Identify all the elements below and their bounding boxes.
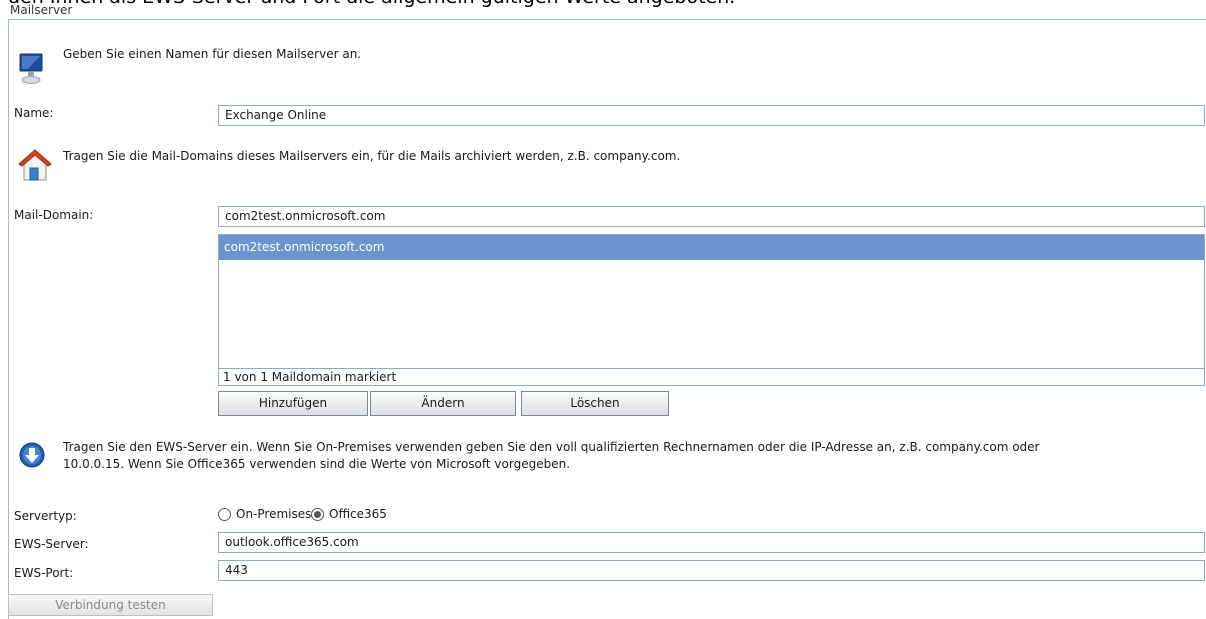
intro-text: den Ihnen als EWS-Server und Port die al… <box>8 0 735 8</box>
edit-button[interactable]: Ändern <box>370 391 516 416</box>
test-connection-button[interactable]: Verbindung testen <box>8 594 213 616</box>
add-button[interactable]: Hinzufügen <box>218 391 368 416</box>
house-icon <box>18 148 52 184</box>
ews-info-line1: Tragen Sie den EWS-Server ein. Wenn Sie … <box>63 440 1040 454</box>
radio-office365[interactable] <box>311 508 324 521</box>
mail-domain-input[interactable]: com2test.onmicrosoft.com <box>218 206 1205 227</box>
radio-on-premises-label: On-Premises <box>236 507 312 521</box>
ews-port-label: EWS-Port: <box>14 566 74 580</box>
radio-office365-label: Office365 <box>329 507 387 521</box>
domain-info-text: Tragen Sie die Mail-Domains dieses Mails… <box>63 149 681 163</box>
monitor-icon <box>18 48 46 88</box>
ews-server-input[interactable]: outlook.office365.com <box>218 532 1205 553</box>
ews-port-input[interactable]: 443 <box>218 560 1205 581</box>
name-label: Name: <box>14 106 54 120</box>
ews-server-label: EWS-Server: <box>14 537 89 551</box>
list-status: 1 von 1 Maildomain markiert <box>219 368 1204 385</box>
fieldset-legend: Mailserver <box>10 3 73 17</box>
servertype-label: Servertyp: <box>14 509 77 523</box>
name-info-text: Geben Sie einen Namen für diesen Mailser… <box>63 47 362 61</box>
mail-domain-label: Mail-Domain: <box>14 208 94 222</box>
radio-on-premises[interactable] <box>218 508 231 521</box>
list-item[interactable]: com2test.onmicrosoft.com <box>219 235 1204 260</box>
ews-info-line2: 10.0.0.15. Wenn Sie Office365 verwenden … <box>63 457 571 471</box>
name-input[interactable]: Exchange Online <box>218 105 1205 126</box>
delete-button[interactable]: Löschen <box>521 391 669 416</box>
download-arrow-icon <box>18 441 46 469</box>
mail-domain-list[interactable]: com2test.onmicrosoft.com 1 von 1 Maildom… <box>218 234 1205 386</box>
